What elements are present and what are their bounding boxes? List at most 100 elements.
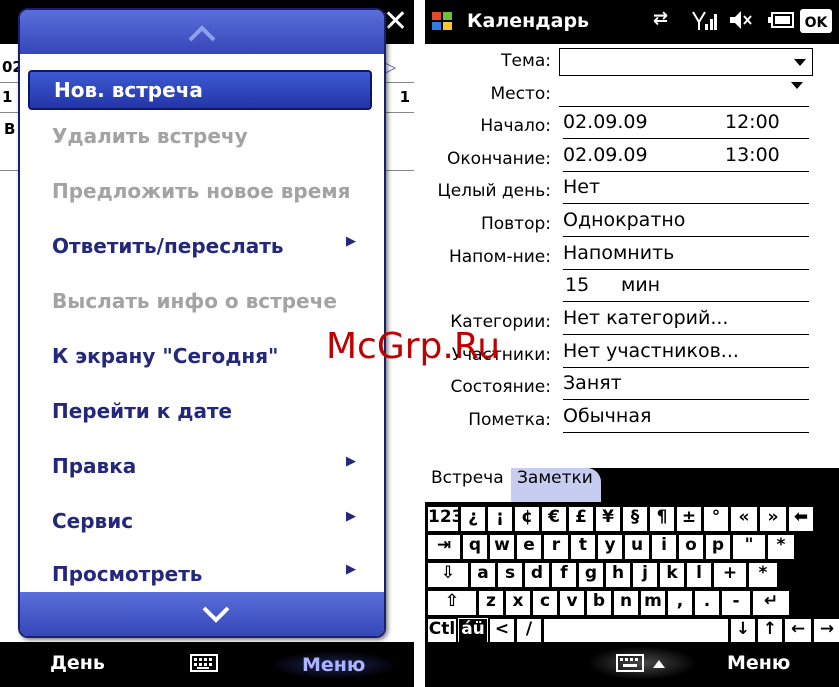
keyboard-key[interactable]: .	[694, 590, 720, 616]
subject-field[interactable]	[559, 48, 813, 76]
keyboard-key[interactable]: z	[478, 590, 504, 616]
keyboard-key[interactable]: ¢	[514, 506, 540, 532]
reminder-amount-field[interactable]: 15 мин	[563, 273, 809, 302]
keyboard-key[interactable]: ←	[784, 618, 812, 644]
menu-item-send-info[interactable]: Выслать инфо о встрече	[28, 289, 372, 331]
keyboard-key[interactable]: ↑	[757, 618, 783, 644]
keyboard-key[interactable]: f	[551, 562, 577, 588]
keyboard-key[interactable]: t	[570, 534, 596, 560]
signal-icon[interactable]	[691, 8, 717, 37]
keyboard-key[interactable]: 123	[427, 506, 464, 532]
keyboard-key[interactable]: §	[622, 506, 648, 532]
keyboard-key[interactable]: i	[651, 534, 677, 560]
menu-item-new-appointment[interactable]: Нов. встреча	[28, 70, 372, 110]
allday-field[interactable]: Нет	[563, 175, 809, 204]
keyboard-key[interactable]: q	[462, 534, 488, 560]
keyboard-key[interactable]: -	[721, 590, 751, 616]
ok-button[interactable]: OK	[799, 8, 833, 39]
end-date[interactable]: 02.09.09	[563, 144, 648, 166]
tab-notes[interactable]: Заметки	[511, 468, 601, 502]
reminder-unit[interactable]: мин	[621, 274, 660, 296]
repeat-field[interactable]: Однократно	[563, 208, 809, 237]
dropdown-arrow-icon[interactable]	[794, 59, 806, 66]
keyboard-key[interactable]: ⇥	[427, 534, 461, 560]
keyboard-key[interactable]: +	[713, 562, 747, 588]
keyboard-key[interactable]: ¡	[487, 506, 513, 532]
forward-arrow-icon[interactable]: ▷	[384, 58, 396, 76]
keyboard-key[interactable]: ¥	[595, 506, 621, 532]
keyboard-key[interactable]: j	[632, 562, 658, 588]
keyboard-key[interactable]: w	[489, 534, 515, 560]
keyboard-key[interactable]: e	[516, 534, 542, 560]
softkey-day[interactable]: День	[50, 652, 105, 674]
start-time[interactable]: 12:00	[725, 111, 780, 133]
start-date[interactable]: 02.09.09	[563, 111, 648, 133]
keyboard-key[interactable]: ±	[676, 506, 702, 532]
status-field[interactable]: Занят	[563, 371, 809, 400]
sensitivity-field[interactable]: Обычная	[563, 404, 809, 433]
keyboard-key[interactable]: £	[568, 506, 594, 532]
volume-icon[interactable]	[727, 8, 753, 37]
keyboard-key[interactable]: c	[532, 590, 558, 616]
end-field[interactable]: 02.09.09 13:00	[563, 143, 809, 172]
keyboard-key[interactable]: ⇧	[427, 590, 477, 616]
keyboard-key[interactable]: «	[730, 506, 758, 532]
keyboard-key[interactable]: ,	[667, 590, 693, 616]
keyboard-key[interactable]: áü	[458, 618, 488, 644]
keyboard-key[interactable]: y	[597, 534, 623, 560]
keyboard-key[interactable]: s	[497, 562, 523, 588]
keyboard-key[interactable]: <	[489, 618, 515, 644]
keyboard-key[interactable]: /	[516, 618, 542, 644]
battery-icon[interactable]	[767, 8, 795, 37]
keyboard-key[interactable]: b	[586, 590, 612, 616]
keyboard-key[interactable]: ⬅	[788, 506, 814, 532]
keyboard-key[interactable]: r	[543, 534, 569, 560]
connectivity-icon[interactable]: ⇄	[653, 8, 668, 29]
reminder-field[interactable]: Напомнить	[563, 241, 809, 270]
keyboard-key[interactable]: x	[505, 590, 531, 616]
keyboard-toggle[interactable]	[587, 646, 697, 680]
windows-logo-icon[interactable]	[431, 10, 453, 32]
categories-field[interactable]: Нет категорий...	[563, 306, 809, 335]
keyboard-key[interactable]: ⇩	[427, 562, 469, 588]
keyboard-key[interactable]: €	[541, 506, 567, 532]
scroll-down-button[interactable]	[20, 592, 384, 636]
keyboard-key[interactable]: ¿	[460, 506, 486, 532]
keyboard-key[interactable]: →	[813, 618, 839, 644]
end-time[interactable]: 13:00	[725, 144, 780, 166]
keyboard-key[interactable]: »	[759, 506, 787, 532]
location-field[interactable]	[559, 78, 809, 107]
keyboard-key[interactable]: k	[659, 562, 685, 588]
keyboard-key[interactable]: ↓	[730, 618, 756, 644]
keyboard-key[interactable]: Ctl	[427, 618, 457, 644]
keyboard-key[interactable]: g	[578, 562, 604, 588]
keyboard-key[interactable]: o	[678, 534, 704, 560]
keyboard-key[interactable]: l	[686, 562, 712, 588]
keyboard-key[interactable]: d	[524, 562, 550, 588]
menu-item-propose-time[interactable]: Предложить новое время	[28, 179, 372, 221]
keyboard-key[interactable]: "	[732, 534, 766, 560]
keyboard-key[interactable]	[543, 618, 729, 644]
keyboard-key[interactable]: h	[605, 562, 631, 588]
menu-item-reply-forward[interactable]: Ответить/переслать ▶	[28, 234, 372, 276]
keyboard-key[interactable]: °	[703, 506, 729, 532]
keyboard-key[interactable]: v	[559, 590, 585, 616]
keyboard-icon[interactable]	[190, 652, 218, 678]
keyboard-key[interactable]: n	[613, 590, 639, 616]
menu-item-delete-appointment[interactable]: Удалить встречу	[28, 124, 372, 166]
menu-item-edit[interactable]: Правка ▶	[28, 454, 372, 496]
dropdown-arrow-icon[interactable]	[791, 82, 803, 89]
menu-item-view[interactable]: Просмотреть ▶	[28, 562, 372, 592]
start-field[interactable]: 02.09.09 12:00	[563, 110, 809, 139]
menu-item-tools[interactable]: Сервис ▶	[28, 509, 372, 551]
keyboard-key[interactable]: p	[705, 534, 731, 560]
keyboard-key[interactable]: u	[624, 534, 650, 560]
keyboard-key[interactable]: ↵	[752, 590, 790, 616]
reminder-amount[interactable]: 15	[565, 274, 589, 296]
keyboard-key[interactable]: m	[640, 590, 666, 616]
keyboard-key[interactable]: a	[470, 562, 496, 588]
softkey-menu[interactable]: Меню	[727, 652, 790, 674]
menu-item-go-to-date[interactable]: Перейти к дате	[28, 399, 372, 441]
keyboard-key[interactable]: *	[767, 534, 795, 560]
scroll-up-button[interactable]	[20, 10, 384, 54]
